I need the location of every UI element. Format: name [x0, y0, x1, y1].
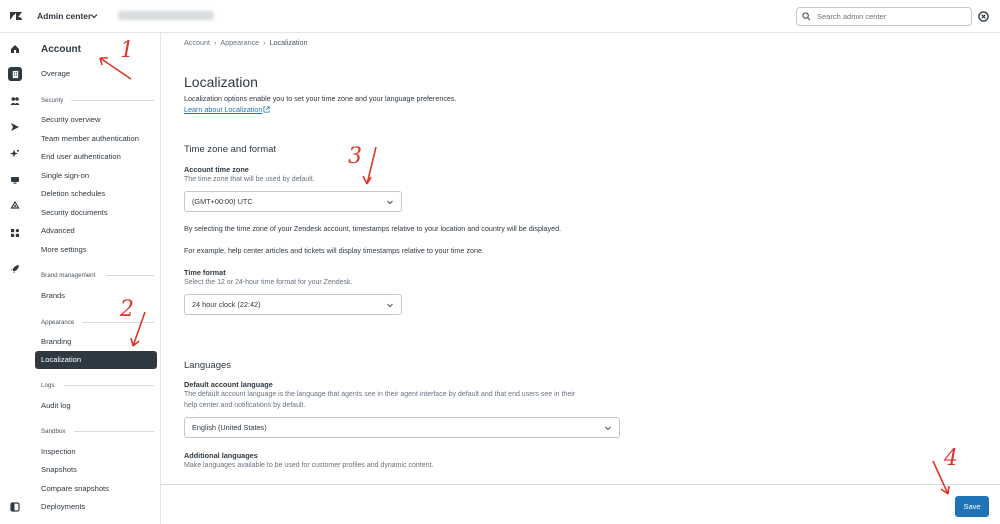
default-language-hint-2: help center and notifications by default…	[184, 402, 306, 409]
top-bar: Admin center	[0, 0, 1000, 33]
chevron-down-icon[interactable]	[89, 11, 99, 21]
select-value: (GMT+00:00) UTC	[192, 197, 253, 206]
sidebar-item-security-documents[interactable]: Security documents	[41, 208, 108, 217]
additional-languages-label: Additional languages	[184, 451, 258, 460]
zendesk-logo-icon[interactable]	[9, 9, 23, 23]
sidebar-item-single-sign-on[interactable]: Single sign-on	[41, 171, 89, 180]
account-time-zone-label: Account time zone	[184, 165, 249, 174]
close-circle-icon[interactable]	[978, 11, 989, 22]
chevron-down-icon	[387, 303, 393, 308]
collapse-sidebar-icon[interactable]	[8, 500, 22, 514]
time-zone-explainer-2: For example, help center articles and ti…	[184, 246, 485, 255]
section-divider	[74, 431, 154, 432]
sidebar-item-overage[interactable]: Overage	[41, 69, 70, 78]
save-button[interactable]: Save	[955, 496, 989, 517]
learn-about-link[interactable]: Learn about Localization	[184, 105, 270, 114]
people-icon[interactable]	[8, 94, 22, 108]
account-time-zone-select[interactable]: (GMT+00:00) UTC	[184, 191, 402, 212]
sidebar-section-brand-management: Brand management	[41, 272, 96, 279]
sidebar-item-snapshots[interactable]: Snapshots	[41, 465, 77, 474]
search-input[interactable]	[817, 9, 967, 24]
time-format-label: Time format	[184, 268, 226, 277]
default-language-select[interactable]: English (United States)	[184, 417, 620, 438]
product-name[interactable]: Admin center	[37, 11, 91, 21]
time-format-hint: Select the 12 or 24-hour time format for…	[184, 279, 353, 286]
default-language-label: Default account language	[184, 380, 273, 389]
sidebar-item-end-user-authentication[interactable]: End user authentication	[41, 152, 121, 161]
channels-arrow-icon[interactable]	[8, 120, 22, 134]
default-language-hint-1: The default account language is the lang…	[184, 391, 576, 398]
search-icon	[802, 12, 811, 21]
home-icon[interactable]	[8, 42, 22, 56]
section-divider	[64, 385, 154, 386]
sidebar-item-deployments[interactable]: Deployments	[41, 502, 85, 511]
main-content: Account › Appearance › Localization Localiza…	[161, 33, 1000, 524]
search-box[interactable]	[796, 7, 972, 26]
time-zone-section-title: Time zone and format	[184, 144, 277, 155]
breadcrumb-current: Localization	[269, 38, 308, 47]
sidebar-item-branding[interactable]: Branding	[41, 337, 71, 346]
sidebar-item-team-member-authentication[interactable]: Team member authentication	[41, 134, 139, 143]
rocket-icon[interactable]	[8, 262, 22, 276]
external-link-icon	[263, 106, 270, 113]
apps-grid-icon[interactable]	[8, 226, 22, 240]
sidebar-item-audit-log[interactable]: Audit log	[41, 401, 71, 410]
sidebar-section-security: Security	[41, 97, 64, 104]
objects-rules-icon[interactable]	[8, 199, 22, 213]
time-zone-explainer-1: By selecting the time zone of your Zende…	[184, 224, 562, 233]
account-sidebar: Account Overage Security Security overvi…	[30, 33, 161, 524]
sidebar-title: Account	[41, 44, 81, 55]
footer-divider	[161, 484, 1000, 485]
page-description: Localization options enable you to set y…	[184, 94, 457, 103]
breadcrumb-account[interactable]: Account	[184, 38, 210, 47]
sidebar-item-deletion-schedules[interactable]: Deletion schedules	[41, 189, 105, 198]
additional-languages-hint: Make languages available to be used for …	[184, 462, 434, 469]
sidebar-item-localization[interactable]: Localization	[35, 351, 157, 369]
sidebar-section-appearance: Appearance	[41, 319, 75, 326]
sidebar-item-label: Localization	[41, 355, 82, 364]
time-format-select[interactable]: 24 hour clock (22:42)	[184, 294, 402, 315]
product-icon-rail	[0, 33, 30, 524]
account-url-blurred	[118, 11, 214, 20]
sidebar-item-compare-snapshots[interactable]: Compare snapshots	[41, 484, 109, 493]
languages-section-title: Languages	[184, 360, 232, 371]
select-value: English (United States)	[192, 423, 267, 432]
page-title: Localization	[184, 74, 258, 90]
section-divider	[106, 275, 154, 276]
section-divider	[82, 322, 154, 323]
select-value: 24 hour clock (22:42)	[192, 300, 261, 309]
sidebar-section-logs: Logs	[41, 382, 55, 389]
sidebar-item-more-settings[interactable]: More settings	[41, 245, 87, 254]
sidebar-item-advanced[interactable]: Advanced	[41, 226, 75, 235]
learn-link-text: Learn about Localization	[184, 105, 263, 114]
chevron-down-icon	[605, 426, 611, 431]
sidebar-item-inspection[interactable]: Inspection	[41, 447, 76, 456]
account-time-zone-hint: The time zone that will be used by defau…	[184, 176, 315, 183]
breadcrumb: Account › Appearance › Localization	[184, 38, 308, 47]
account-building-icon[interactable]	[8, 67, 22, 81]
sidebar-item-security-overview[interactable]: Security overview	[41, 115, 101, 124]
chevron-down-icon	[387, 200, 393, 205]
sidebar-item-brands[interactable]: Brands	[41, 291, 65, 300]
breadcrumb-appearance[interactable]: Appearance	[220, 38, 259, 47]
ai-sparkle-icon[interactable]	[8, 147, 22, 161]
workspaces-monitor-icon[interactable]	[8, 173, 22, 187]
section-divider	[71, 100, 154, 101]
sidebar-section-sandbox: Sandbox	[41, 428, 66, 435]
